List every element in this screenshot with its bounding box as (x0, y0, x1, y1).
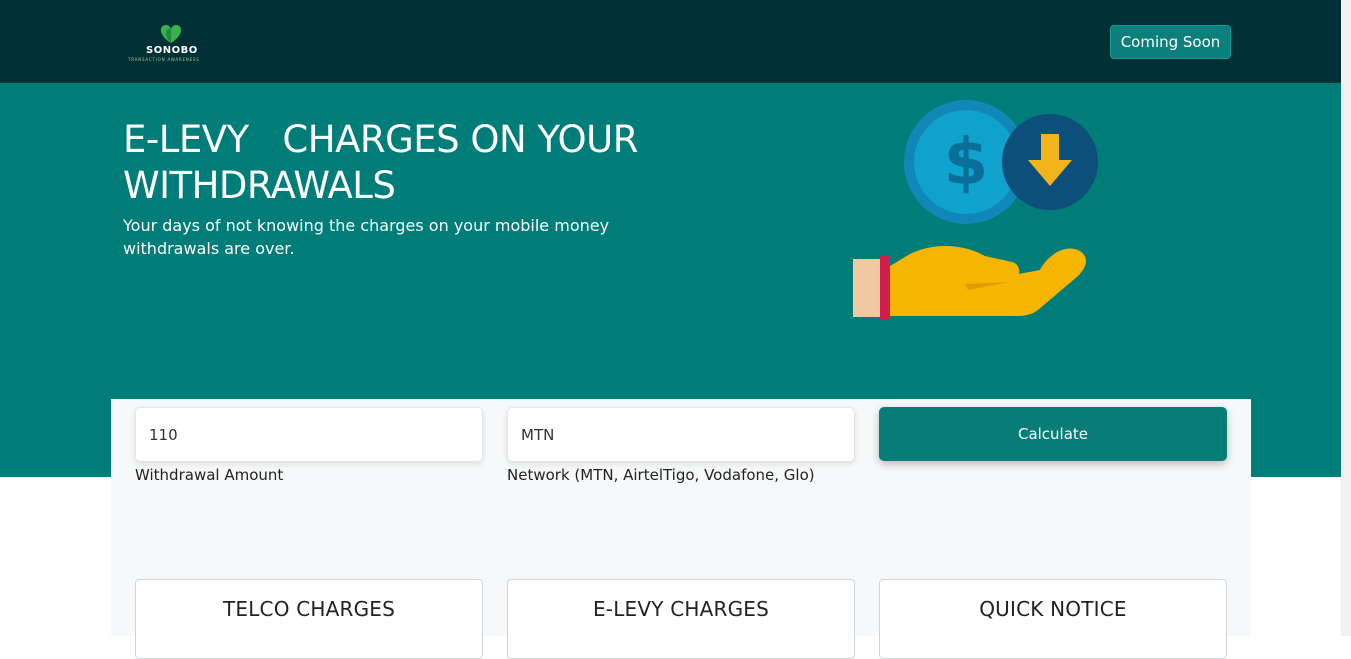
quick-notice-card: QUICK NOTICE (879, 579, 1227, 659)
sonobo-logo[interactable]: SONOBO TRANSACTION AWARENESS (128, 22, 218, 66)
top-navbar: SONOBO TRANSACTION AWARENESS Coming Soon (0, 0, 1351, 83)
brand-tagline: TRANSACTION AWARENESS (128, 57, 200, 62)
network-input[interactable]: MTN (507, 407, 855, 462)
coming-soon-button[interactable]: Coming Soon (1110, 25, 1231, 59)
hero-title: E-LEVY CHARGES ON YOUR WITHDRAWALS (123, 118, 650, 207)
coin-withdraw-hand-icon: $ (853, 100, 1098, 320)
card-title: QUICK NOTICE (979, 597, 1127, 621)
calculate-button[interactable]: Calculate (879, 407, 1227, 461)
scrollbar[interactable] (1341, 0, 1351, 636)
withdrawal-amount-input[interactable]: 110 (135, 407, 483, 462)
elevy-charges-card: E-LEVY CHARGES (507, 579, 855, 659)
svg-text:$: $ (944, 126, 989, 200)
heart-logo-icon (160, 25, 182, 43)
brand-name: SONOBO (146, 45, 198, 56)
card-title: E-LEVY CHARGES (592, 597, 770, 621)
withdrawal-amount-label: Withdrawal Amount (135, 466, 284, 484)
hero-subtitle: Your days of not knowing the charges on … (123, 216, 610, 258)
card-title: TELCO CHARGES (222, 597, 396, 621)
network-label: Network (MTN, AirtelTigo, Vodafone, Glo) (507, 466, 815, 484)
telco-charges-card: TELCO CHARGES (135, 579, 483, 659)
